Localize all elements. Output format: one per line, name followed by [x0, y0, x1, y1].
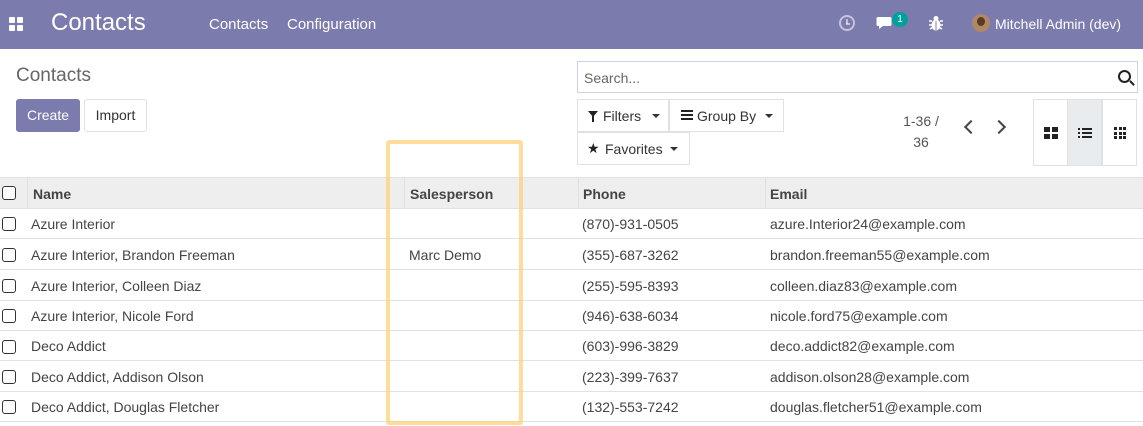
- chevron-left-icon[interactable]: [963, 119, 979, 135]
- cell-name: Azure Interior, Nicole Ford: [31, 308, 194, 324]
- row-checkbox[interactable]: [2, 309, 16, 323]
- pager-total: 36: [913, 134, 929, 150]
- row-checkbox[interactable]: [2, 400, 16, 414]
- kanban-view-icon: [1044, 127, 1058, 139]
- row-checkbox[interactable]: [2, 217, 16, 231]
- column-divider: [578, 178, 579, 209]
- kanban-view-button[interactable]: [1033, 99, 1068, 166]
- row-checkbox[interactable]: [2, 340, 16, 354]
- debug-bug-icon[interactable]: [928, 14, 944, 32]
- activity-clock-icon[interactable]: [839, 15, 855, 31]
- grid-view-button[interactable]: [1102, 99, 1137, 166]
- table-row[interactable]: Deco Addict, Douglas Fletcher (132)-553-…: [0, 392, 1143, 422]
- column-header-name[interactable]: Name: [33, 186, 71, 202]
- row-checkbox[interactable]: [2, 279, 16, 293]
- caret-down-icon: [765, 114, 773, 118]
- cell-salesperson: Marc Demo: [409, 247, 482, 263]
- cell-name: Deco Addict, Addison Olson: [31, 369, 204, 385]
- cell-email: deco.addict82@example.com: [770, 338, 955, 354]
- menu-item-contacts[interactable]: Contacts: [209, 16, 268, 33]
- top-navbar: Contacts Contacts Configuration 1 Mitche…: [0, 0, 1143, 49]
- cell-name: Azure Interior: [31, 216, 116, 232]
- list-view-icon: [1078, 127, 1092, 139]
- cell-email: nicole.ford75@example.com: [770, 308, 948, 324]
- group-by-label: Group By: [697, 108, 757, 124]
- cell-email: colleen.diaz83@example.com: [770, 278, 957, 294]
- cell-phone: (132)-553-7242: [582, 399, 679, 415]
- cell-email: brandon.freeman55@example.com: [770, 247, 990, 263]
- caret-down-icon: [670, 147, 678, 151]
- menu-item-configuration[interactable]: Configuration: [287, 16, 376, 33]
- filter-icon: [588, 111, 598, 122]
- table-row[interactable]: Azure Interior, Nicole Ford (946)-638-60…: [0, 301, 1143, 331]
- breadcrumb: Contacts: [16, 65, 91, 86]
- caret-down-icon: [652, 114, 660, 118]
- favorites-button[interactable]: ★ Favorites: [577, 132, 690, 165]
- select-all-checkbox[interactable]: [2, 186, 16, 200]
- cell-name: Azure Interior, Brandon Freeman: [31, 247, 235, 263]
- favorites-label: Favorites: [605, 141, 663, 157]
- pager-value[interactable]: 1-36 / 36: [896, 111, 946, 153]
- cell-phone: (603)-996-3829: [582, 338, 679, 354]
- table-row[interactable]: Azure Interior, Brandon Freeman Marc Dem…: [0, 240, 1143, 270]
- column-header-email[interactable]: Email: [770, 186, 807, 202]
- column-divider: [27, 178, 28, 209]
- cell-name: Deco Addict, Douglas Fletcher: [31, 399, 220, 415]
- chevron-right-icon[interactable]: [991, 119, 1007, 135]
- filters-label: Filters: [603, 108, 642, 124]
- cell-phone: (223)-399-7637: [582, 369, 679, 385]
- list-view-button[interactable]: [1067, 99, 1102, 166]
- cell-email: azure.Interior24@example.com: [770, 216, 966, 232]
- pager-range: 1-36 /: [903, 113, 939, 129]
- cell-phone: (255)-595-8393: [582, 278, 679, 294]
- column-header-phone[interactable]: Phone: [583, 186, 626, 202]
- cell-email: douglas.fletcher51@example.com: [770, 399, 982, 415]
- user-name: Mitchell Admin (dev): [995, 16, 1122, 32]
- table-row[interactable]: Deco Addict, Addison Olson (223)-399-763…: [0, 362, 1143, 392]
- row-checkbox[interactable]: [2, 248, 16, 262]
- column-divider: [765, 178, 766, 209]
- bars-icon: [681, 110, 693, 120]
- table-row[interactable]: Azure Interior (870)-931-0505 azure.Inte…: [0, 209, 1143, 239]
- search-box: [577, 61, 1138, 93]
- group-by-button[interactable]: Group By: [669, 99, 784, 132]
- cell-phone: (946)-638-6034: [582, 308, 679, 324]
- row-checkbox[interactable]: [2, 370, 16, 384]
- table-row[interactable]: Deco Addict (603)-996-3829 deco.addict82…: [0, 331, 1143, 361]
- app-title: Contacts: [51, 9, 146, 36]
- table-row[interactable]: Azure Interior, Colleen Diaz (255)-595-8…: [0, 271, 1143, 301]
- import-button[interactable]: Import: [84, 99, 147, 132]
- avatar: [972, 14, 990, 32]
- column-divider: [404, 178, 405, 209]
- messages-count-badge: 1: [892, 12, 908, 27]
- table-header: Name Salesperson Phone Email: [0, 177, 1143, 209]
- cell-name: Azure Interior, Colleen Diaz: [31, 278, 202, 294]
- cell-name: Deco Addict: [31, 338, 106, 354]
- search-icon[interactable]: [1118, 70, 1131, 83]
- apps-menu-icon[interactable]: [9, 17, 23, 31]
- column-header-salesperson[interactable]: Salesperson: [410, 186, 493, 202]
- star-icon: ★: [587, 140, 600, 156]
- create-button[interactable]: Create: [16, 99, 80, 132]
- grid-view-icon: [1114, 127, 1126, 139]
- search-input[interactable]: [584, 68, 1104, 88]
- cell-phone: (870)-931-0505: [582, 216, 679, 232]
- cell-email: addison.olson28@example.com: [770, 369, 970, 385]
- messages-icon[interactable]: [876, 16, 892, 30]
- filters-button[interactable]: Filters: [577, 99, 669, 132]
- cell-phone: (355)-687-3262: [582, 247, 679, 263]
